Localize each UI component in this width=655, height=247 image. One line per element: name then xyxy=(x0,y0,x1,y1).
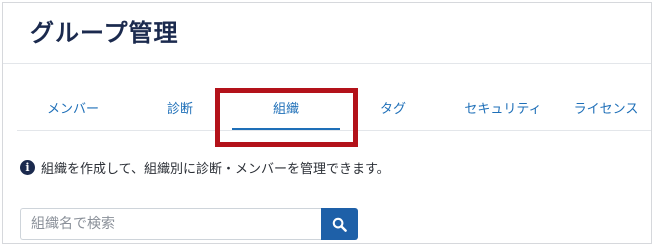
tab-security[interactable]: セキュリティ xyxy=(458,95,548,125)
tab-diagnosis[interactable]: 診断 xyxy=(158,95,202,125)
info-circle-icon: i xyxy=(20,159,35,175)
info-text: 組織を作成して、組織別に診断・メンバーを管理できます。 xyxy=(41,161,390,177)
tab-license[interactable]: ライセンス xyxy=(569,95,643,125)
tab-tags[interactable]: タグ xyxy=(373,95,413,125)
info-message: i 組織を作成して、組織別に診断・メンバーを管理できます。 xyxy=(20,158,390,177)
search-icon xyxy=(332,217,347,232)
search-input[interactable] xyxy=(20,208,321,240)
title-divider xyxy=(3,63,651,64)
tab-members[interactable]: メンバー xyxy=(43,95,103,125)
search-button[interactable] xyxy=(321,208,358,240)
group-management-panel: グループ管理 メンバー 診断 組織 タグ セキュリティ ライセンス i 組織を作… xyxy=(2,2,652,244)
page-title: グループ管理 xyxy=(30,19,179,47)
highlight-annotation-box xyxy=(215,88,358,147)
